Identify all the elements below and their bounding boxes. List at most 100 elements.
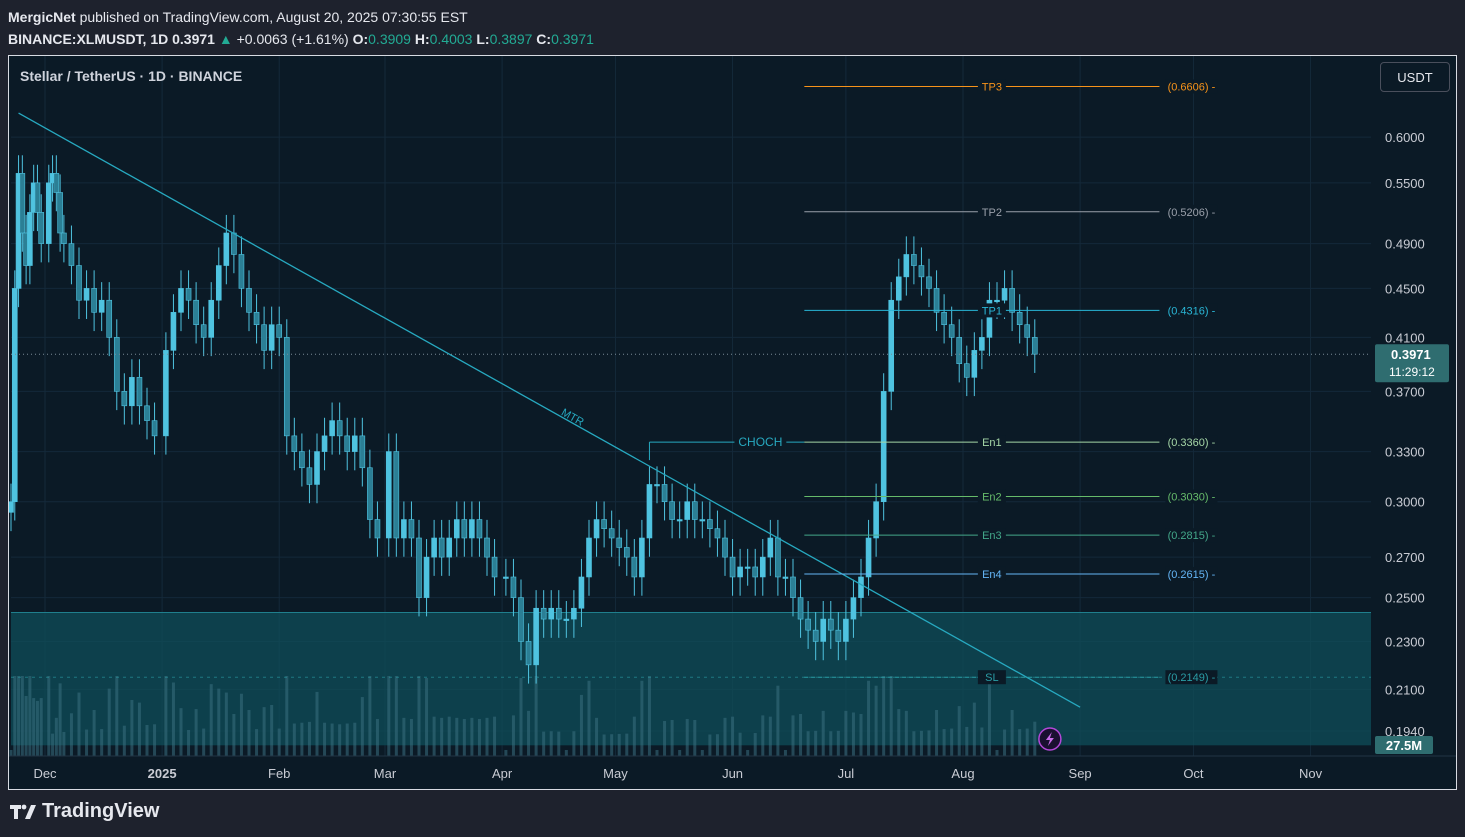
candle-body [608, 528, 615, 539]
candle-body [393, 451, 400, 539]
volume-bar [323, 722, 327, 756]
volume-bar [564, 750, 568, 756]
candle-body [525, 641, 532, 666]
candle-body [34, 182, 41, 213]
candle-body [963, 363, 970, 378]
x-tick-label: Sep [1069, 766, 1092, 781]
volume-bar [69, 713, 73, 756]
volume-bar [708, 734, 712, 756]
volume-bar [315, 691, 319, 756]
candle-body [416, 537, 422, 598]
volume-bar [927, 730, 931, 756]
level-name-en4: En4 [982, 569, 1002, 581]
candle-body [1001, 288, 1008, 301]
level-value-tp1: (0.4316) - [1168, 305, 1216, 317]
volume-bar [987, 684, 991, 756]
candle-body [401, 519, 407, 539]
volume-bar [897, 709, 901, 756]
open-value: 0.3909 [368, 31, 411, 47]
volume-bar [24, 696, 28, 756]
volume-label: 27.5M [1386, 738, 1422, 753]
candle-body [408, 519, 415, 539]
candle-body [918, 265, 925, 278]
volume-bar [814, 730, 818, 756]
volume-bar [92, 710, 96, 756]
volume-bar [836, 730, 840, 756]
candle-body [827, 618, 834, 631]
volume-bar [935, 710, 939, 756]
volume-bar [783, 750, 787, 756]
candle-body [38, 212, 45, 244]
candle-body [268, 324, 275, 351]
volume-bar [768, 716, 772, 756]
candle-body [299, 451, 305, 469]
candle-body [752, 566, 759, 578]
candle-body [646, 484, 653, 539]
volume-bar [47, 676, 51, 756]
level-name-en3: En3 [982, 530, 1002, 542]
volume-bar [51, 733, 55, 756]
volume-bar [655, 750, 659, 756]
volume-bar [534, 676, 538, 756]
x-tick-label: Dec [33, 766, 57, 781]
candle-body [979, 337, 985, 351]
candle-body [858, 576, 864, 598]
last-price: 0.3971 [172, 31, 215, 47]
candle-body [283, 337, 290, 437]
volume-bar [100, 729, 104, 756]
candle-body [306, 467, 313, 485]
candle-body [61, 232, 67, 244]
open-label: O: [352, 31, 369, 47]
tradingview-footer[interactable]: TradingView [10, 800, 159, 823]
candle-body [593, 519, 600, 539]
volume-bar [338, 724, 342, 756]
volume-bar [62, 732, 66, 756]
volume-bar [761, 715, 765, 756]
volume-bar [670, 720, 674, 756]
candle-body [491, 556, 498, 578]
candle-body [9, 501, 14, 513]
candle-body [113, 337, 120, 392]
volume-bar [965, 726, 969, 756]
level-name-en1: En1 [982, 437, 1002, 449]
candle-body [684, 501, 691, 520]
volume-bar [882, 676, 886, 756]
volume-bar [39, 698, 43, 756]
candle-body [200, 324, 207, 338]
volume-bar [307, 721, 311, 756]
y-tick-label: 0.4900 [1385, 237, 1425, 252]
choch-label: CHOCH [738, 435, 782, 449]
volume-bar [54, 717, 58, 756]
level-value-tp3: (0.6606) - [1168, 81, 1216, 93]
candle-body [850, 597, 857, 620]
volume-bar [746, 750, 750, 756]
volume-bar [20, 676, 24, 756]
volume-bar [1010, 710, 1014, 756]
candle-body [623, 547, 630, 558]
candle-body [744, 566, 751, 569]
volume-bar [572, 731, 576, 756]
candle-body [820, 618, 827, 642]
currency-button[interactable]: USDT [1380, 62, 1450, 92]
candle-body [707, 519, 713, 529]
candle-body [691, 501, 698, 520]
volume-bar [731, 716, 735, 756]
volume-bar [942, 729, 946, 756]
chart-area[interactable]: MTR CHOCH TP3 (0.6606) - TP2 (0.5206) - TP1 (0.… [8, 55, 1457, 790]
candle-body [484, 537, 490, 558]
volume-bar [345, 723, 349, 756]
volume-bar [723, 717, 727, 756]
volume-bar [187, 730, 191, 756]
candle-body [45, 182, 52, 244]
volume-bar [247, 710, 251, 756]
symbol-name: BINANCE:XLMUSDT, 1D [8, 31, 169, 47]
volume-bar [579, 694, 583, 756]
volume-bar [889, 676, 893, 756]
publisher-name[interactable]: MergicNet [8, 9, 76, 25]
x-tick-label: Aug [951, 766, 974, 781]
candle-body [941, 312, 947, 326]
price-chart[interactable]: MTR CHOCH TP3 (0.6606) - TP2 (0.5206) - TP1 (0.… [9, 56, 1456, 789]
volume-bar [700, 750, 704, 756]
candle-body [246, 288, 252, 313]
volume-bar [1003, 729, 1007, 756]
